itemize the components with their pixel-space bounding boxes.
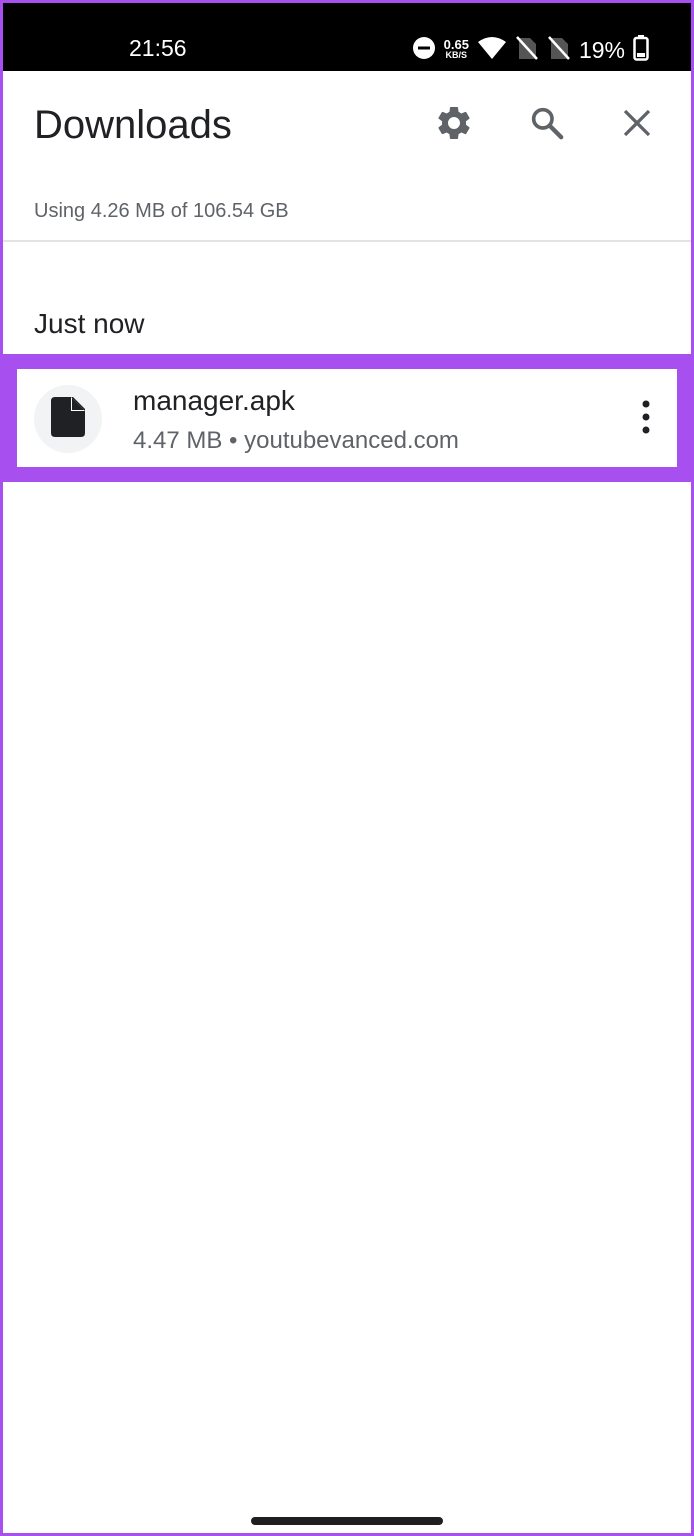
close-icon [619,105,655,146]
status-bar: 21:56 0.65 KB/S 19% [3,3,691,71]
file-name: manager.apk [133,385,295,416]
no-sim-icon [547,35,571,66]
close-button[interactable] [613,101,661,149]
file-icon [51,396,85,442]
net-speed: 0.65 KB/S [443,37,469,61]
no-sim-icon [515,35,539,66]
do-not-disturb-icon [412,36,436,65]
app-header: Downloads [3,71,691,179]
more-vert-icon [641,400,651,439]
home-indicator[interactable] [251,1517,443,1525]
storage-usage: Using 4.26 MB of 106.54 GB [34,200,289,222]
search-icon [527,103,567,148]
search-button[interactable] [523,101,571,149]
divider [3,240,691,242]
gear-icon [434,103,474,148]
more-options-button[interactable] [629,395,663,443]
battery-percent: 19% [578,36,625,63]
file-meta: 4.47 MB • youtubevanced.com [133,427,459,454]
app-frame: 21:56 0.65 KB/S 19% Downloads Using 4.26… [3,3,691,1533]
status-icons: 0.65 KB/S 19% [412,34,649,66]
wifi-icon [477,36,507,65]
section-label: Just now [34,308,145,339]
battery-icon [633,34,649,66]
net-speed-unit: KB/S [445,50,468,60]
net-speed-value: 0.65 [443,37,469,52]
file-icon-container [34,385,102,453]
status-time: 21:56 [129,35,187,61]
download-item[interactable]: manager.apk 4.47 MB • youtubevanced.com [17,369,677,467]
page-title: Downloads [34,103,232,147]
settings-button[interactable] [430,101,478,149]
